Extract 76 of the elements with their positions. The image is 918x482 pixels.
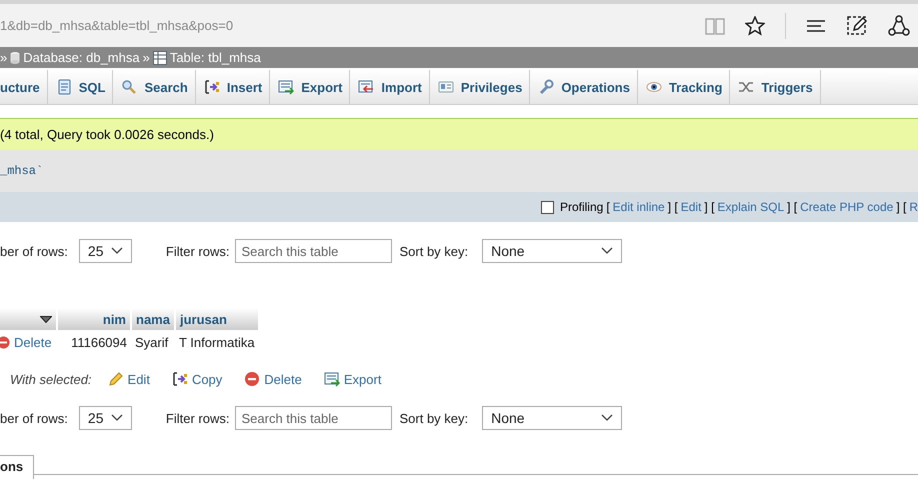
bracket-text: ] [ — [668, 200, 678, 214]
insert-icon — [172, 371, 188, 387]
menu-icon — [806, 18, 826, 34]
bracket-text: [ — [606, 200, 610, 214]
note-icon — [846, 14, 868, 36]
column-header[interactable] — [0, 308, 56, 330]
profiling-link[interactable]: R — [909, 200, 918, 214]
chevron-down-icon — [601, 247, 614, 255]
sql-query-text: _mhsa` — [0, 164, 44, 178]
rows-label: ber of rows: — [0, 244, 68, 258]
action-link[interactable]: Edit — [108, 371, 150, 387]
column-header[interactable]: nim — [58, 308, 130, 330]
tab[interactable]: Tracking — [638, 70, 730, 104]
rows-label: ber of rows: — [0, 410, 68, 426]
profiling-link[interactable]: Explain SQL — [717, 200, 784, 214]
table-icon — [152, 50, 167, 64]
tab[interactable]: Search — [113, 70, 196, 104]
rows-select[interactable]: 25 — [78, 239, 132, 263]
breadcrumb-separator: » — [142, 50, 150, 65]
tab[interactable]: Triggers — [730, 70, 821, 104]
share-icon — [888, 14, 910, 36]
minus-circle-icon — [244, 371, 260, 387]
table-cell-text: T Informatika — [178, 334, 256, 352]
tab[interactable]: Operations — [530, 70, 638, 104]
success-message: (4 total, Query took 0.0026 seconds.) — [0, 118, 918, 150]
chevron-down-icon — [110, 414, 123, 422]
address-text[interactable]: 1&db=db_mhsa&table=tbl_mhsa&pos=0 — [0, 18, 234, 33]
profiling-label: Profiling — [560, 200, 604, 214]
search-icon — [121, 79, 138, 95]
column-header[interactable]: nama — [132, 308, 174, 330]
delete-link[interactable]: Delete — [3, 334, 53, 350]
insert-icon — [204, 79, 220, 95]
with-selected-label: With selected: — [10, 372, 92, 386]
wrench-icon — [538, 79, 554, 95]
action-link[interactable]: Delete — [244, 371, 302, 387]
id-card-icon — [438, 79, 454, 95]
action-link[interactable]: Export — [324, 371, 382, 387]
tab[interactable]: ucture — [0, 70, 48, 104]
profiling-link[interactable]: Edit — [680, 200, 702, 214]
profiling-link[interactable]: Edit inline — [612, 200, 665, 214]
table-cell-text: Syarif — [134, 334, 170, 352]
column-header[interactable]: jurusan — [176, 308, 258, 330]
breadcrumb-link[interactable]: Table: tbl_mhsa — [170, 50, 261, 65]
sort-select[interactable]: None — [482, 239, 622, 263]
breadcrumb-separator: » — [0, 50, 8, 65]
action-link[interactable]: Copy — [172, 371, 222, 387]
profiling-link[interactable]: Create PHP code — [800, 200, 894, 214]
tab[interactable]: SQL — [48, 70, 114, 104]
tab[interactable]: Insert — [196, 70, 270, 104]
triangle-down-icon — [40, 316, 52, 322]
eye-icon — [646, 79, 662, 95]
chevron-down-icon — [601, 414, 614, 422]
sort-label: Sort by key: — [399, 244, 468, 258]
filter-field[interactable]: Search this table — [235, 239, 392, 263]
filter-label: Filter rows: — [166, 410, 230, 426]
page-icon — [56, 79, 72, 95]
pencil-icon — [108, 371, 124, 387]
sort-label: Sort by key: — [399, 410, 468, 426]
tab[interactable]: Import — [350, 70, 430, 104]
chevron-down-icon — [110, 247, 123, 255]
bracket-text: ] [ — [704, 200, 714, 214]
breadcrumb-link[interactable]: Database: db_mhsa — [23, 50, 140, 65]
rows-select[interactable]: 25 — [78, 406, 132, 430]
book-icon — [705, 16, 725, 34]
profiling-checkbox[interactable] — [540, 200, 554, 214]
database-icon — [10, 51, 20, 64]
table-cell-text: 11166094 — [70, 334, 128, 352]
bracket-text: ] [ — [787, 200, 798, 214]
sort-select[interactable]: None — [482, 406, 622, 430]
star-icon — [745, 16, 765, 36]
bracket-text: ] [ — [896, 200, 906, 214]
tab[interactable]: Export — [270, 70, 350, 104]
bottom-tab[interactable]: ons — [0, 455, 34, 479]
tab[interactable]: Privileges — [430, 70, 530, 104]
filter-label: Filter rows: — [166, 244, 230, 258]
filter-field[interactable]: Search this table — [235, 406, 392, 430]
